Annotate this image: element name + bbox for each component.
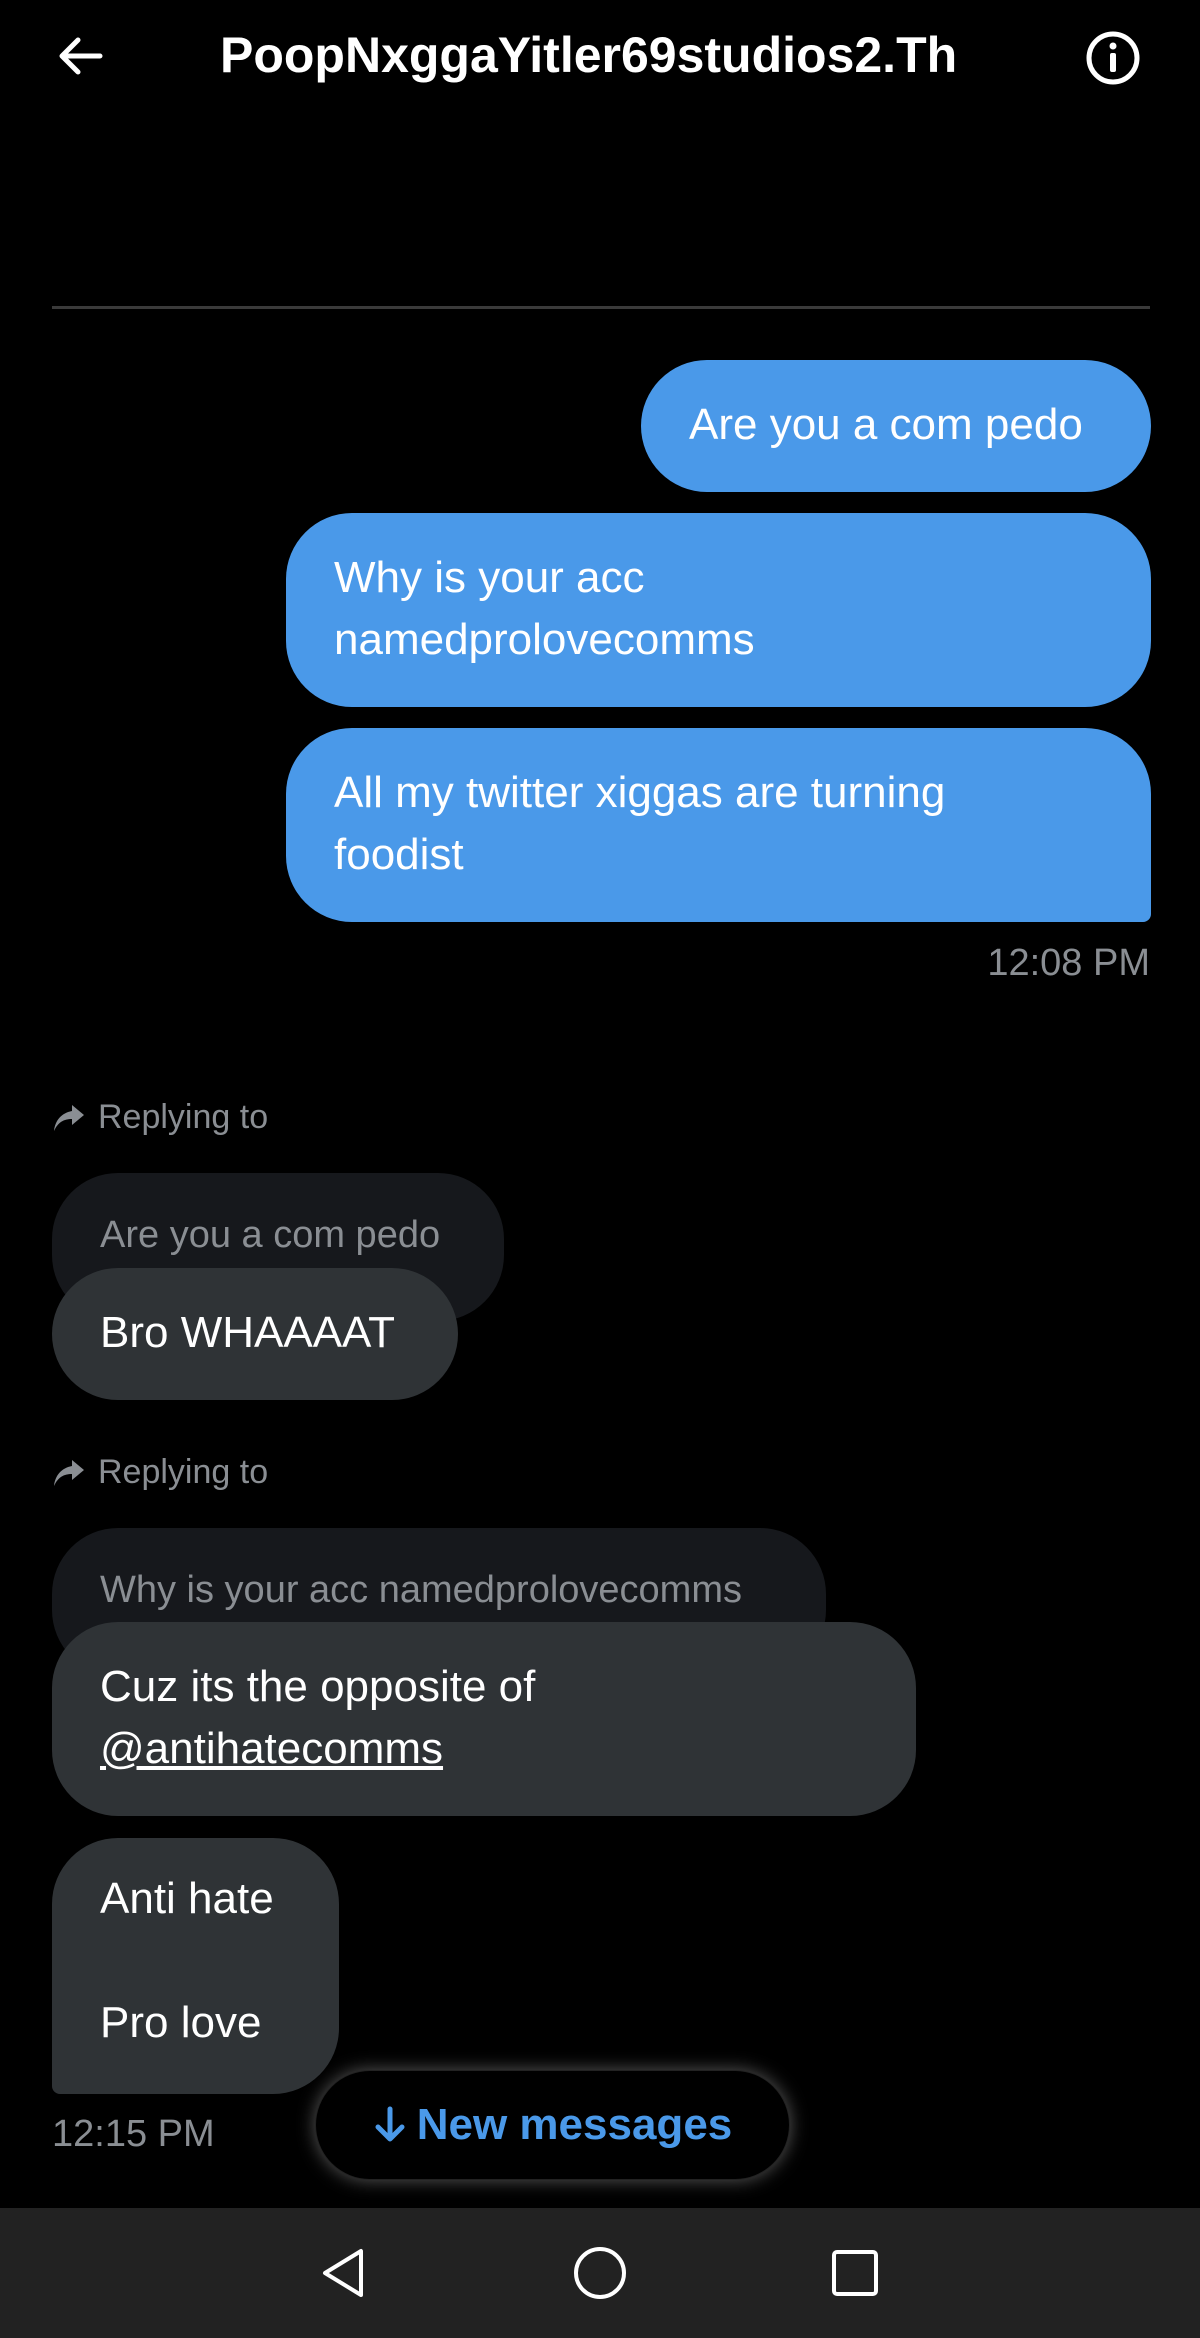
triangle-back-icon	[323, 2249, 363, 2297]
message-text: Are you a com pedo	[689, 400, 1083, 449]
reply-arrow-icon	[54, 1104, 84, 1131]
replying-to-label: Replying to	[52, 1098, 268, 1137]
sent-message[interactable]: Are you a com pedo	[641, 360, 1151, 492]
received-message[interactable]: Cuz its the opposite of @antihatecomms	[52, 1622, 916, 1816]
replying-to-text: Replying to	[98, 1453, 269, 1491]
square-recents-icon	[832, 2250, 878, 2296]
message-text-line: Anti hate	[100, 1874, 274, 1923]
nav-home-button[interactable]	[560, 2233, 640, 2313]
back-button[interactable]	[52, 28, 108, 84]
nav-recents-button[interactable]	[815, 2233, 895, 2313]
quoted-text: Are you a com pedo	[100, 1214, 441, 1256]
replying-to-text: Replying to	[98, 1098, 269, 1136]
sent-message[interactable]: Why is your acc namedprolovecomms	[286, 513, 1151, 707]
sent-timestamp: 12:08 PM	[987, 942, 1150, 984]
message-text-line: All my twitter xiggas are turning	[334, 768, 946, 817]
conversation-title[interactable]: PoopNxggaYitler69studios2.Th	[220, 20, 982, 90]
new-messages-button[interactable]: New messages	[315, 2070, 790, 2180]
nav-back-button[interactable]	[305, 2233, 385, 2313]
mention-link[interactable]: @antihatecomms	[100, 1724, 443, 1773]
arrow-down-icon	[375, 2106, 405, 2142]
info-icon	[1086, 31, 1140, 85]
message-text: Bro WHAAAAT	[100, 1308, 396, 1357]
message-text-line: Why is your acc	[334, 553, 645, 602]
system-navigation-bar	[0, 2208, 1200, 2338]
sent-message[interactable]: All my twitter xiggas are turning foodis…	[286, 728, 1151, 922]
received-timestamp: 12:15 PM	[52, 2113, 215, 2155]
circle-home-icon	[574, 2247, 626, 2299]
message-text-line: namedprolovecomms	[334, 615, 755, 664]
quoted-text: Why is your acc namedprolovecomms	[100, 1569, 742, 1611]
received-message[interactable]: Anti hate Pro love	[52, 1838, 339, 2094]
reply-arrow-icon	[54, 1459, 84, 1486]
arrow-left-icon	[59, 37, 103, 75]
message-text: Cuz its the opposite of	[100, 1662, 536, 1711]
received-message[interactable]: Bro WHAAAAT	[52, 1268, 458, 1400]
replying-to-label: Replying to	[52, 1453, 268, 1492]
new-messages-label: New messages	[416, 2100, 733, 2149]
message-text-line: foodist	[334, 830, 464, 879]
header-divider	[52, 306, 1150, 309]
conversation-header: PoopNxggaYitler69studios2.Th	[0, 0, 1200, 115]
info-button[interactable]	[1083, 28, 1143, 88]
message-text-line: Pro love	[100, 1998, 262, 2047]
